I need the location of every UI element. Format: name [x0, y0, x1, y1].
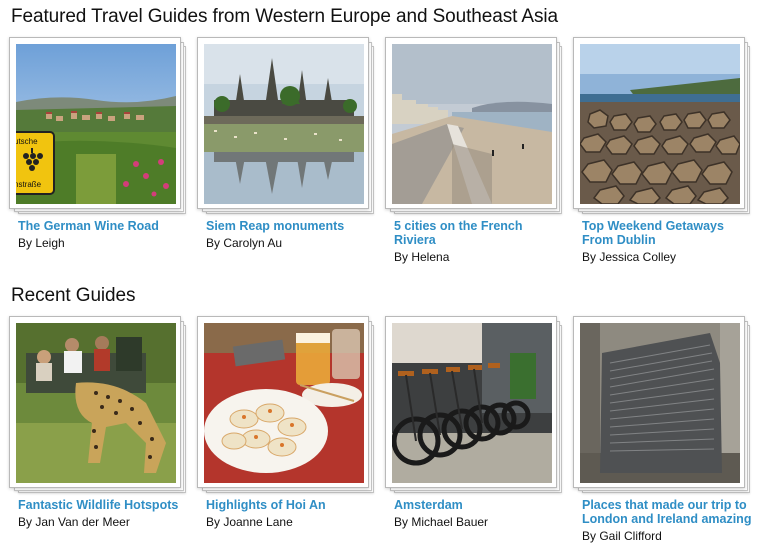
rosetta-stone-photo[interactable]: [580, 323, 740, 483]
guide-author: By Jan Van der Meer: [18, 515, 130, 529]
photo-stack[interactable]: [197, 316, 379, 494]
sign-text-bottom: nstraße: [16, 180, 42, 189]
guide-author: By Leigh: [18, 236, 65, 250]
guide-author: By Helena: [394, 250, 450, 264]
photo-stack[interactable]: [9, 316, 191, 494]
guide-card[interactable]: Amsterdam By Michael Bauer: [385, 316, 567, 530]
recent-heading: Recent Guides: [11, 285, 136, 306]
hoi-an-food-photo[interactable]: [204, 323, 364, 483]
photo-stack[interactable]: utsche nstraße: [9, 37, 191, 215]
photo-stack[interactable]: [385, 316, 567, 494]
guide-author: By Joanne Lane: [206, 515, 293, 529]
guide-title-link[interactable]: Siem Reap monuments: [206, 219, 378, 233]
amsterdam-bicycles-photo[interactable]: [392, 323, 552, 483]
guide-card[interactable]: Top Weekend Getaways From Dublin By Jess…: [573, 37, 755, 265]
guide-card[interactable]: Siem Reap monuments By Carolyn Au: [197, 37, 379, 251]
guide-title-link[interactable]: Fantastic Wildlife Hotspots: [18, 498, 190, 512]
guide-card[interactable]: Fantastic Wildlife Hotspots By Jan Van d…: [9, 316, 191, 530]
guide-title-link[interactable]: Highlights of Hoi An: [206, 498, 378, 512]
sign-text-top: utsche: [16, 137, 38, 146]
guide-card[interactable]: 5 cities on the French Riviera By Helena: [385, 37, 567, 265]
featured-heading: Featured Travel Guides from Western Euro…: [11, 6, 558, 27]
leopard-safari-photo[interactable]: [16, 323, 176, 483]
photo-stack[interactable]: [573, 37, 755, 215]
guide-title-link[interactable]: Top Weekend Getaways From Dublin: [582, 219, 754, 247]
guide-card[interactable]: Highlights of Hoi An By Joanne Lane: [197, 316, 379, 530]
guide-author: By Gail Clifford: [582, 529, 662, 543]
guide-author: By Michael Bauer: [394, 515, 489, 529]
guide-title-link[interactable]: 5 cities on the French Riviera: [394, 219, 566, 247]
photo-stack[interactable]: [385, 37, 567, 215]
guide-title-link[interactable]: Amsterdam: [394, 498, 566, 512]
guide-card[interactable]: utsche nstraße The German Wine Road By L…: [9, 37, 191, 251]
guide-title-link[interactable]: Places that made our trip to London and …: [582, 498, 754, 526]
giants-causeway-photo[interactable]: [580, 44, 740, 204]
photo-stack[interactable]: [197, 37, 379, 215]
german-wine-road-photo[interactable]: utsche nstraße: [16, 44, 176, 204]
guide-card[interactable]: Places that made our trip to London and …: [573, 316, 755, 544]
guide-author: By Carolyn Au: [206, 236, 283, 250]
guide-title-link[interactable]: The German Wine Road: [18, 219, 190, 233]
photo-stack[interactable]: [573, 316, 755, 494]
riviera-promenade-photo[interactable]: [392, 44, 552, 204]
angkor-wat-photo[interactable]: [204, 44, 364, 204]
guide-author: By Jessica Colley: [582, 250, 677, 264]
